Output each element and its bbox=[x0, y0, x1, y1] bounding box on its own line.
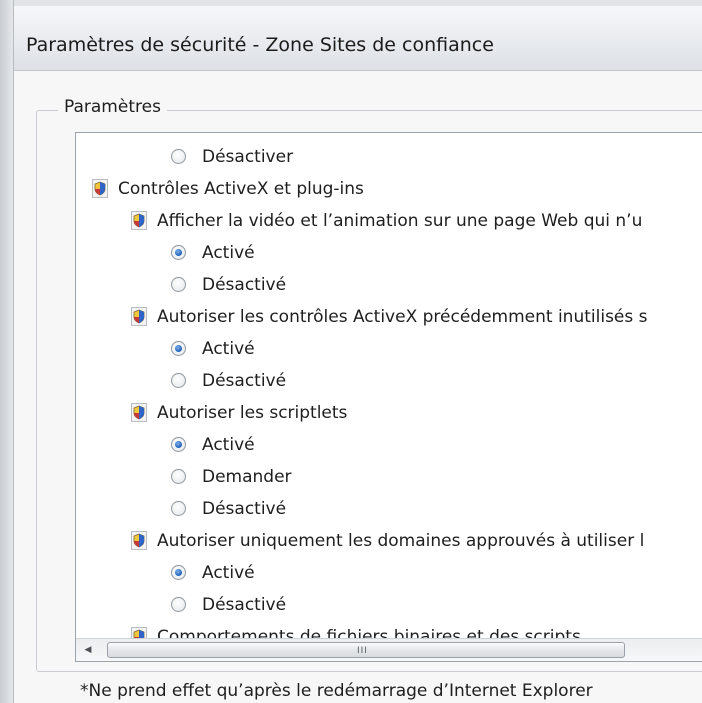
radio-unchecked[interactable] bbox=[171, 373, 186, 388]
scroll-left-arrow[interactable]: ◀ bbox=[80, 641, 96, 659]
settings-group-label: Paramètres bbox=[58, 97, 167, 117]
shield-icon bbox=[131, 211, 147, 230]
shield-icon bbox=[131, 627, 147, 638]
tree-row-label: Autoriser uniquement les domaines approu… bbox=[157, 530, 645, 551]
tree-row-label: Désactiver bbox=[202, 146, 294, 167]
settings-tree[interactable]: Désactiver Contrôles ActiveX et plug-ins… bbox=[76, 133, 702, 638]
scroll-thumb-grip: III bbox=[357, 646, 368, 656]
radio-option[interactable]: Demander bbox=[171, 461, 292, 492]
window-left-frame bbox=[0, 0, 14, 703]
tree-row-label: Désactivé bbox=[202, 274, 287, 295]
radio-option[interactable]: Activé bbox=[171, 237, 255, 268]
tree-row-label: Activé bbox=[202, 562, 255, 583]
shield-icon bbox=[131, 403, 147, 422]
restart-footnote: *Ne prend effet qu’après le redémarrage … bbox=[80, 681, 593, 701]
radio-option[interactable]: Désactivé bbox=[171, 269, 286, 300]
horizontal-scrollbar[interactable]: ◀ III bbox=[76, 638, 702, 661]
tree-setting[interactable]: Autoriser les contrôles ActiveX précédem… bbox=[131, 301, 648, 332]
radio-option[interactable]: Désactiver bbox=[171, 141, 293, 172]
radio-unchecked[interactable] bbox=[171, 149, 186, 164]
tree-setting[interactable]: Comportements de fichiers binaires et de… bbox=[131, 621, 581, 638]
radio-option[interactable]: Activé bbox=[171, 557, 255, 588]
radio-option[interactable]: Désactivé bbox=[171, 493, 286, 524]
shield-icon bbox=[131, 531, 147, 550]
tree-setting[interactable]: Autoriser uniquement les domaines approu… bbox=[131, 525, 644, 556]
radio-checked[interactable] bbox=[171, 565, 186, 580]
tree-row-label: Désactivé bbox=[202, 370, 287, 391]
tree-row-label: Autoriser les contrôles ActiveX précédem… bbox=[157, 306, 648, 327]
window-title: Paramètres de sécurité - Zone Sites de c… bbox=[26, 34, 494, 56]
tree-row-label: Désactivé bbox=[202, 594, 287, 615]
tree-row-label: Comportements de fichiers binaires et de… bbox=[157, 626, 581, 639]
radio-checked[interactable] bbox=[171, 437, 186, 452]
security-settings-dialog: Paramètres de sécurité - Zone Sites de c… bbox=[0, 0, 702, 703]
tree-row-label: Activé bbox=[202, 338, 255, 359]
tree-setting[interactable]: Afficher la vidéo et l’animation sur une… bbox=[131, 205, 642, 236]
radio-unchecked[interactable] bbox=[171, 469, 186, 484]
radio-option[interactable]: Désactivé bbox=[171, 365, 286, 396]
tree-row-label: Activé bbox=[202, 242, 255, 263]
radio-option[interactable]: Activé bbox=[171, 429, 255, 460]
scroll-thumb[interactable]: III bbox=[107, 642, 625, 658]
radio-unchecked[interactable] bbox=[171, 597, 186, 612]
tree-category[interactable]: Contrôles ActiveX et plug-ins bbox=[92, 173, 364, 204]
tree-row-label: Désactivé bbox=[202, 498, 287, 519]
shield-icon bbox=[131, 307, 147, 326]
tree-row-label: Contrôles ActiveX et plug-ins bbox=[118, 178, 364, 199]
radio-unchecked[interactable] bbox=[171, 501, 186, 516]
shield-icon bbox=[92, 179, 108, 198]
radio-checked[interactable] bbox=[171, 341, 186, 356]
settings-listbox[interactable]: Désactiver Contrôles ActiveX et plug-ins… bbox=[75, 132, 702, 662]
title-bar: Paramètres de sécurité - Zone Sites de c… bbox=[14, 6, 702, 71]
tree-row-label: Afficher la vidéo et l’animation sur une… bbox=[157, 210, 643, 231]
tree-setting[interactable]: Autoriser les scriptlets bbox=[131, 397, 347, 428]
radio-option[interactable]: Activé bbox=[171, 333, 255, 364]
radio-checked[interactable] bbox=[171, 245, 186, 260]
radio-unchecked[interactable] bbox=[171, 277, 186, 292]
tree-row-label: Demander bbox=[202, 466, 292, 487]
radio-option[interactable]: Désactivé bbox=[171, 589, 286, 620]
tree-row-label: Activé bbox=[202, 434, 255, 455]
tree-row-label: Autoriser les scriptlets bbox=[157, 402, 348, 423]
